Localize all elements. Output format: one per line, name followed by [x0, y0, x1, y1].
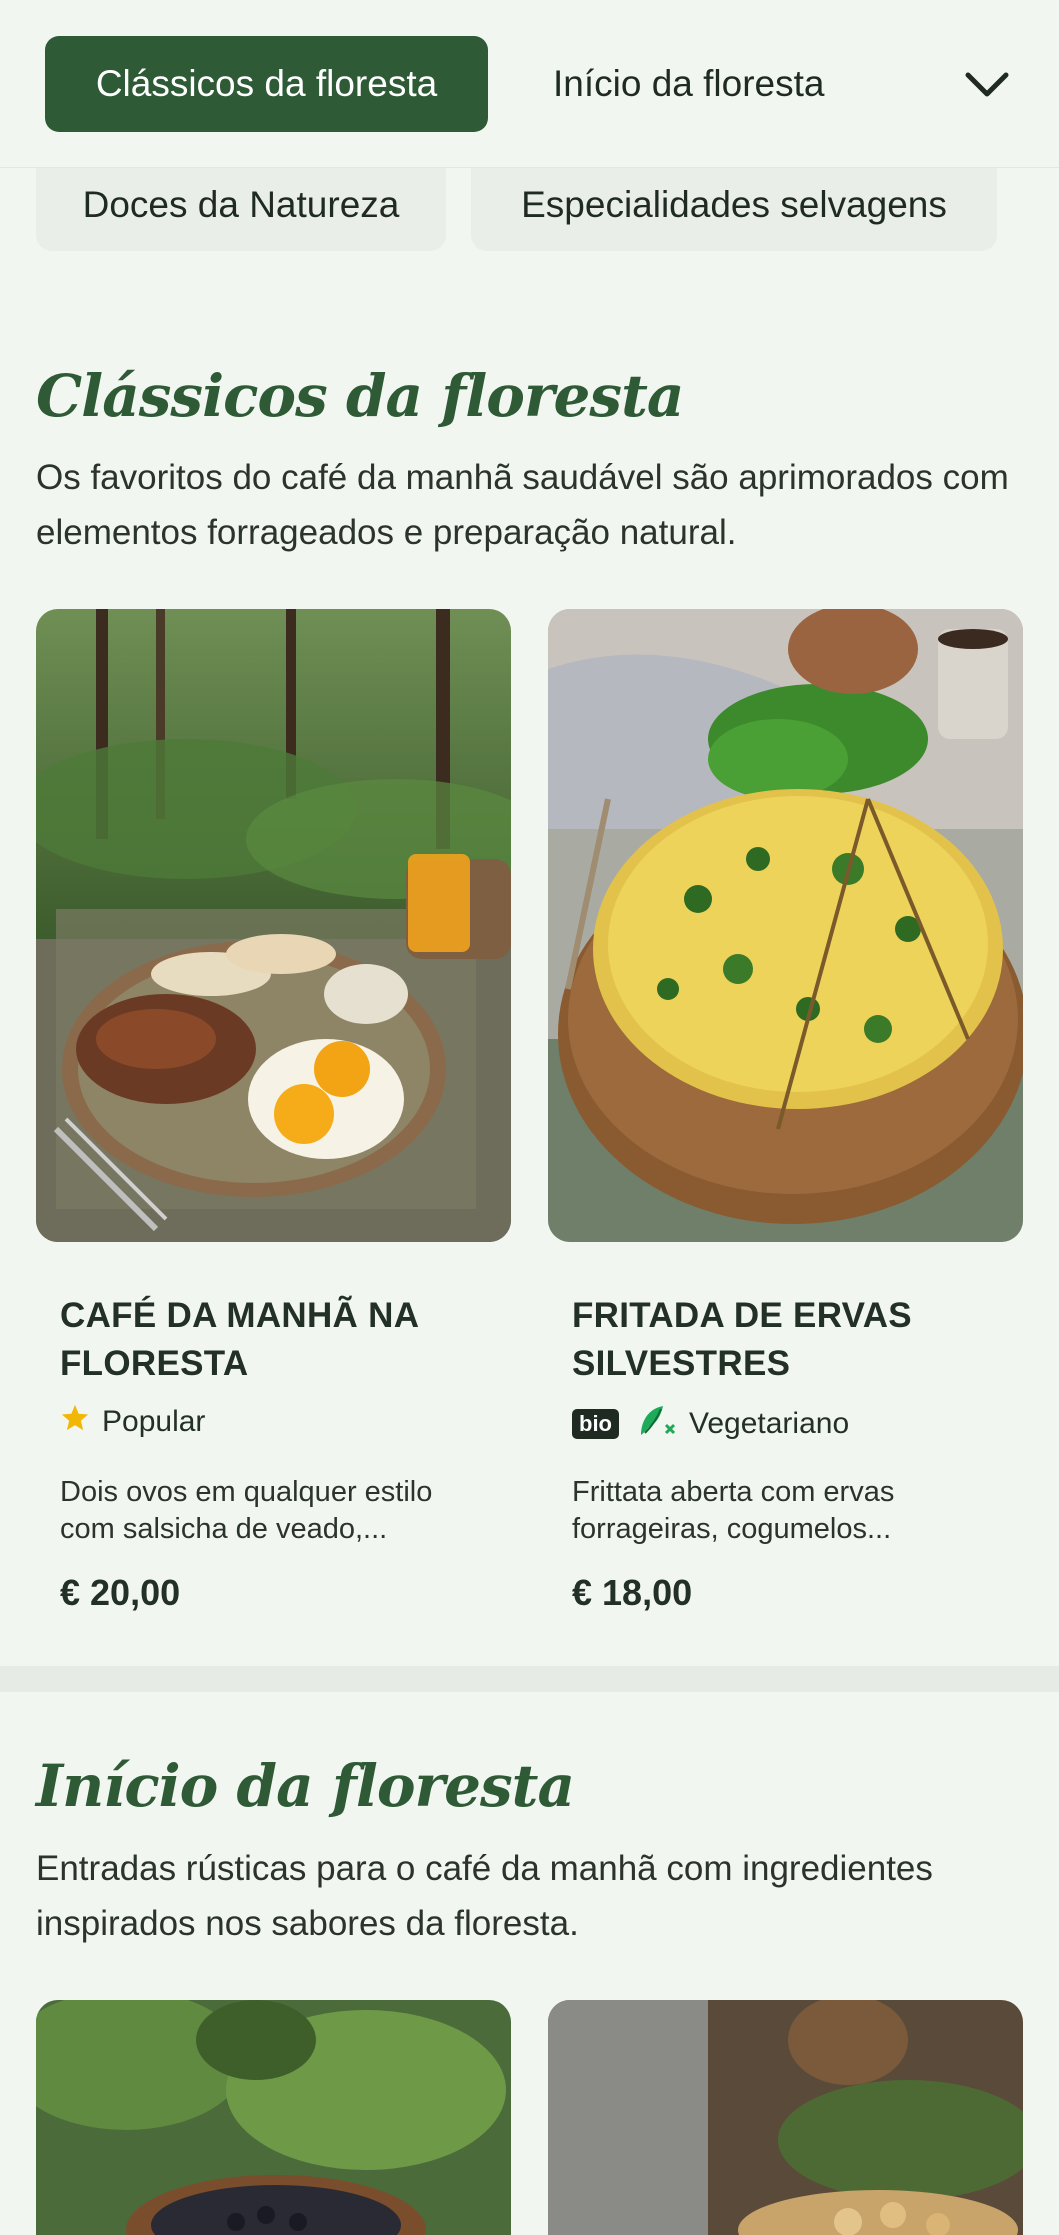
section-divider [0, 1666, 1059, 1692]
menu-item-price: € 18,00 [572, 1572, 693, 1613]
tab-inicio-da-floresta[interactable]: Início da floresta [553, 36, 824, 132]
menu-item-description: Frittata aberta com ervas forrageiras, c… [572, 1476, 895, 1545]
menu-item-title: CAFÉ DA MANHÃ NA FLORESTA [60, 1296, 419, 1383]
forest-breakfast-photo [36, 609, 511, 1242]
star-icon [60, 1403, 90, 1441]
section-title: Clássicos da floresta [36, 362, 684, 430]
section-description: Os favoritos do café da manhã saudável s… [36, 458, 1009, 552]
menu-item-tags: bio Vegetariano [572, 1403, 849, 1445]
chevron-down-icon[interactable] [960, 58, 1014, 112]
menu-item-card-image[interactable] [36, 609, 511, 1242]
menu-item-card-image[interactable] [36, 2000, 511, 2235]
menu-item-card-image[interactable] [548, 609, 1023, 1242]
section-description: Entradas rústicas para o café da manhã c… [36, 1849, 933, 1943]
category-nav-bar: Clássicos da floresta Início da floresta [0, 0, 1059, 168]
menu-item-tags: Popular [60, 1403, 205, 1441]
tab-label: Início da floresta [553, 63, 825, 104]
forest-berries-photo [36, 2000, 511, 2235]
chip-label: Especialidades selvagens [521, 183, 947, 225]
menu-item-card-image[interactable] [548, 2000, 1023, 2235]
vegetarian-icon [637, 1403, 677, 1445]
tab-label: Clássicos da floresta [95, 63, 438, 104]
menu-item-price: € 20,00 [60, 1572, 181, 1613]
bio-badge: bio [572, 1409, 619, 1439]
section-title: Início da floresta [36, 1752, 575, 1820]
tag-label: Popular [102, 1405, 206, 1438]
menu-item-description: Dois ovos em qualquer estilo com salsich… [60, 1476, 433, 1545]
rustic-mushroom-photo [548, 2000, 1023, 2235]
tab-classicos-da-floresta[interactable]: Clássicos da floresta [45, 36, 488, 132]
chip-label: Doces da Natureza [82, 183, 400, 225]
tag-label: Vegetariano [689, 1407, 850, 1440]
menu-item-title: FRITADA DE ERVAS SILVESTRES [572, 1296, 912, 1383]
herb-frittata-photo [548, 609, 1023, 1242]
